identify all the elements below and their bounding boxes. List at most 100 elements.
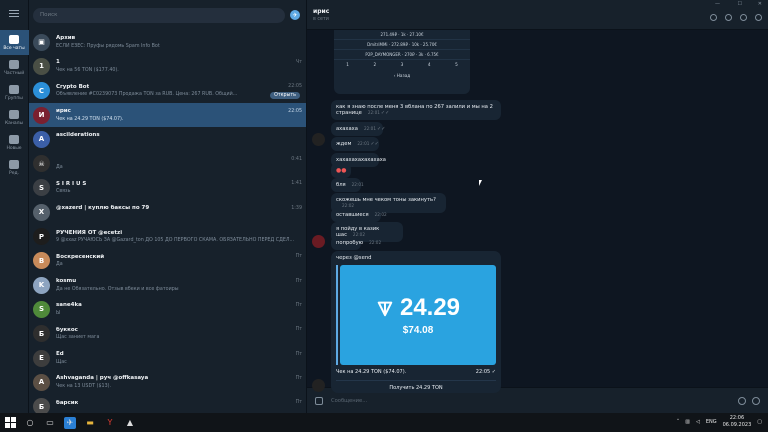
chat-list-item[interactable]: Ббарсик Пт [29,394,306,413]
chat-list-item[interactable]: X @xazerd | куплю баксы по 79 1:39 [29,200,306,224]
chat-list-item[interactable]: Иирис 22:05 Чек на 24.29 TON ($74.07). [29,102,306,128]
message-bubble[interactable]: бля 22:01 [331,178,364,192]
phone-icon[interactable] [725,14,732,21]
folder-0[interactable]: Все чаты [0,30,29,55]
claim-check-button[interactable]: Получить 24.29 TON [336,380,496,391]
chat-list-item[interactable]: C Crypto Bot 22:05 Объявление #C0239073 Про… [29,79,306,103]
notifications-icon[interactable]: ▢ [757,419,762,425]
keyboard-page-button[interactable]: 5 [443,60,470,70]
chat-name: Ed [56,351,64,357]
sliders-icon [9,159,19,169]
message-bubble[interactable]: как я знаю после меня 3 вблана по 267 за… [331,100,501,120]
check-image[interactable]: 24.29 $74.08 [336,265,496,365]
chat-list-item[interactable]: ☠ 0:41 Да [29,151,306,175]
tray-chevron-icon[interactable]: ˄ [677,419,680,425]
file-explorer-icon[interactable]: ▬ [84,417,96,429]
message-bubble[interactable]: попробую 22:02 [331,236,381,250]
chat-list-item[interactable]: E Ed Пт Щас [29,346,306,370]
chat-body: ascilderations [56,131,302,148]
more-icon[interactable] [755,14,762,21]
chat-body: барсик Пт [56,398,302,413]
chat-list-item[interactable]: Ssane4ka Пт Ы [29,297,306,321]
keyboard-page-button[interactable]: 4 [416,60,443,70]
chat-preview: ЕСЛИ ЕЗЕС: Пруфы рядомь Spam Info Bot [56,43,160,49]
sidebar-toggle-icon[interactable] [740,14,747,21]
folder-3[interactable]: Каналы [0,105,29,130]
yandex-browser-icon[interactable]: Y [104,417,116,429]
message-text: как я знаю после меня 3 вблана по 267 за… [336,104,493,116]
avatar: Б [33,325,50,343]
chat-body: Ashvaganda | руч @offkasaya Пт Чек на 13 U… [56,374,302,391]
message-input[interactable]: Сообщение... [331,398,732,404]
chat-time: Пт [295,327,302,333]
compose-icon[interactable]: ✈ [290,10,300,20]
microphone-icon[interactable] [752,396,760,405]
chat-body: Архив ЕСЛИ ЕЗЕС: Пруфы рядомь Spam Info B… [56,34,302,51]
language-indicator[interactable]: ENG [706,419,717,425]
chat-preview: Да [56,262,63,268]
task-view-icon[interactable]: ▭ [44,417,56,429]
chat-body: Crypto Bot 22:05 Объявление #C0239073 Прод… [56,82,302,99]
chat-list-item[interactable]: В Воскресенский Пт Да [29,249,306,273]
check-image-card: 24.29 $74.08 [340,265,496,365]
chat-body: sane4ka Пт Ы [56,301,302,318]
chat-list-item[interactable]: Kkosmu Пт Да не Обязательно. Отзыв вбеки и… [29,273,306,297]
read-check-icon: ✓✓ [377,126,386,132]
chat-list-item[interactable]: Aascilderations [29,127,306,151]
message-bubble[interactable]: ●● [331,163,352,178]
folder-5[interactable]: Ред. [0,155,29,180]
hamburger-menu-icon[interactable] [6,8,22,20]
keyboard-offer-button[interactable]: P2P_DAYMONGER · 270₽ · 3k · 6.75€ [334,50,470,60]
chat-list-item[interactable]: ▣ Архив ЕСЛИ ЕЗЕС: Пруфы рядомь Spam Info … [29,30,306,54]
volume-icon[interactable]: ◁ [696,419,700,425]
group-icon [9,84,19,94]
maximize-icon[interactable]: ☐ [738,1,742,7]
chat-name: ascilderations [56,132,100,139]
chat-list-item[interactable]: 1 1 Чт Чек на 56 TON ($177.40). [29,54,306,78]
message-bubble[interactable]: ахахаха 22:01✓✓ [331,122,386,136]
attach-icon[interactable] [315,396,323,405]
avatar[interactable] [312,379,325,392]
folder-4[interactable]: Новые [0,130,29,155]
clock[interactable]: 22:06 06.09.2023 [723,415,752,428]
app-icon[interactable]: ▲ [124,417,136,429]
search-icon[interactable]: ○ [24,417,36,429]
close-icon[interactable]: ✕ [758,1,762,7]
search-icon[interactable] [710,14,717,21]
avatar: И [33,106,50,124]
minimize-icon[interactable]: — [715,1,720,7]
message-bubble[interactable]: ждем 22:01✓✓ [331,137,379,151]
message-text: попробую [336,240,364,246]
open-button[interactable]: Открыть [270,91,300,99]
avatar[interactable] [312,133,325,146]
chat-top: Ashvaganda | руч @offkasaya Пт [56,374,302,383]
avatar[interactable] [312,235,325,248]
chat-list-item[interactable]: S S I R I U S 1:41 Связь [29,176,306,200]
message-bubble[interactable]: оставшиеся 22:02 [331,208,387,222]
search-input[interactable]: Поиск [33,7,285,23]
folder-1[interactable]: Частный [0,55,29,80]
network-icon[interactable]: ▥ [685,419,690,425]
chat-time: 0:41 [291,157,302,163]
chat-time: Пт [295,400,302,406]
crypto-check-message: через @send 24.29 $74.08 Чек на 24.29 TO… [331,251,501,393]
chat-list-item[interactable]: Ббуккос Пт Щас заниет мага [29,322,306,346]
keyboard-page-button[interactable]: 2 [361,60,388,70]
chat-top: ascilderations [56,131,302,140]
chat-preview [56,213,302,221]
telegram-taskbar-icon[interactable]: ✈ [64,416,76,429]
keyboard-page-button[interactable]: 1 [334,60,361,70]
avatar: Б [33,398,50,413]
keyboard-page-button[interactable]: 3 [388,60,415,70]
windows-start-icon[interactable] [4,416,16,429]
emoji-icon[interactable] [738,396,746,405]
conversation-header[interactable]: ирис в сети — ☐ ✕ [307,0,768,30]
chat-list-item[interactable]: Р РУЧЕНИЯ ОТ @ecetzi 9 @xxaz РУЧАЮСЬ ЗА @G… [29,224,306,248]
folder-2[interactable]: Группы [0,80,29,105]
chat-list-item[interactable]: A Ashvaganda | руч @offkasaya Пт Чек на 13 … [29,370,306,394]
keyboard-offer-button[interactable]: DmitriMMi · 272.89₽ · 10k · 25.70€ [334,40,470,50]
back-button[interactable]: ‹ Назад [334,70,470,82]
header-actions [710,14,762,21]
chat-name: Архив [56,35,76,42]
keyboard-offer-button[interactable]: 271.49₽ · 1k · 27.10€ [334,30,470,40]
